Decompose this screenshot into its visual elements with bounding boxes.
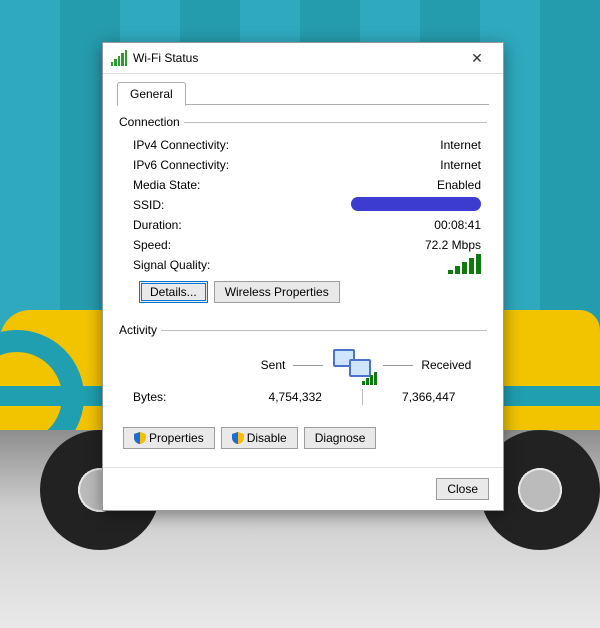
media-state-value: Enabled: [283, 178, 481, 192]
close-button[interactable]: Close: [436, 478, 489, 500]
divider-icon: [293, 365, 323, 366]
titlebar[interactable]: Wi-Fi Status ✕: [103, 43, 503, 74]
disable-button-label: Disable: [247, 428, 287, 448]
wireless-properties-button[interactable]: Wireless Properties: [214, 281, 340, 303]
wifi-status-dialog: Wi-Fi Status ✕ General Connection IPv4 C…: [102, 42, 504, 511]
dialog-body: General Connection IPv4 Connectivity: In…: [103, 74, 503, 461]
activity-legend: Activity: [119, 323, 161, 337]
connection-group: Connection IPv4 Connectivity: Internet I…: [119, 115, 487, 313]
properties-button[interactable]: Properties: [123, 427, 215, 449]
ipv4-value: Internet: [283, 138, 481, 152]
separator-icon: [362, 389, 363, 405]
wifi-signal-icon: [111, 50, 127, 66]
row-ssid: SSID:: [133, 195, 481, 215]
diagnose-button[interactable]: Diagnose: [304, 427, 377, 449]
signal-bars-icon: [448, 254, 481, 274]
admin-buttons: Properties Disable Diagnose: [123, 427, 489, 449]
activity-header: Sent Received: [133, 347, 481, 383]
ipv6-value: Internet: [283, 158, 481, 172]
sent-label: Sent: [261, 358, 286, 372]
desktop-background: Wi-Fi Status ✕ General Connection IPv4 C…: [0, 0, 600, 628]
properties-button-label: Properties: [149, 428, 204, 448]
disable-button[interactable]: Disable: [221, 427, 298, 449]
ipv6-label: IPv6 Connectivity:: [133, 158, 283, 172]
connection-buttons: Details... Wireless Properties: [139, 281, 481, 303]
media-state-label: Media State:: [133, 178, 283, 192]
ssid-label: SSID:: [133, 198, 283, 212]
tab-general[interactable]: General: [117, 82, 186, 106]
row-ipv4: IPv4 Connectivity: Internet: [133, 135, 481, 155]
shield-icon: [232, 432, 244, 444]
connection-legend: Connection: [119, 115, 184, 129]
activity-group: Activity Sent Received Bytes: 4,754,332: [119, 323, 487, 417]
speed-label: Speed:: [133, 238, 283, 252]
duration-value: 00:08:41: [283, 218, 481, 232]
network-activity-icon: [331, 347, 375, 383]
received-label: Received: [421, 358, 471, 372]
row-media-state: Media State: Enabled: [133, 175, 481, 195]
bytes-sent-value: 4,754,332: [243, 390, 348, 404]
ssid-redacted-icon: [351, 197, 481, 211]
details-button[interactable]: Details...: [139, 281, 208, 303]
bytes-received-value: 7,366,447: [377, 390, 482, 404]
row-duration: Duration: 00:08:41: [133, 215, 481, 235]
row-speed: Speed: 72.2 Mbps: [133, 235, 481, 255]
tab-strip: General: [117, 82, 489, 105]
row-signal-quality: Signal Quality:: [133, 255, 481, 275]
shield-icon: [134, 432, 146, 444]
row-ipv6: IPv6 Connectivity: Internet: [133, 155, 481, 175]
signal-quality-value: [283, 254, 481, 277]
signal-quality-label: Signal Quality:: [133, 258, 283, 272]
duration-label: Duration:: [133, 218, 283, 232]
ssid-value: [283, 197, 481, 214]
speed-value: 72.2 Mbps: [283, 238, 481, 252]
window-title: Wi-Fi Status: [133, 51, 455, 65]
bytes-label: Bytes:: [133, 390, 243, 404]
ipv4-label: IPv4 Connectivity:: [133, 138, 283, 152]
close-icon[interactable]: ✕: [455, 47, 499, 69]
divider-icon: [383, 365, 413, 366]
dialog-footer: Close: [103, 467, 503, 510]
row-bytes: Bytes: 4,754,332 7,366,447: [133, 387, 481, 407]
